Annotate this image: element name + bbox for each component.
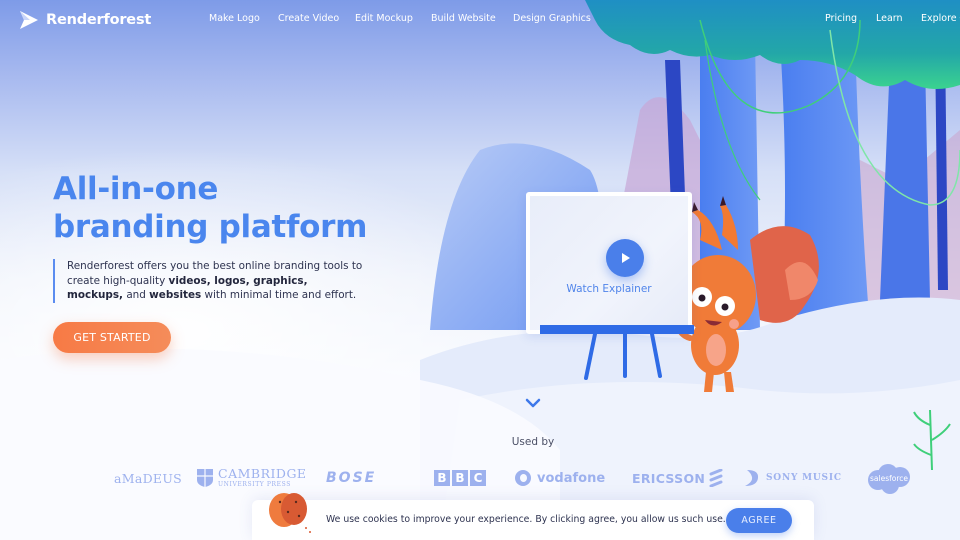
- play-icon: [622, 253, 630, 263]
- vodafone-text: vodafone: [537, 470, 606, 486]
- cookie-banner: We use cookies to improve your experienc…: [252, 493, 814, 540]
- agree-button[interactable]: AGREE: [726, 508, 792, 533]
- cambridge-text: CAMBRIDGE: [218, 466, 307, 482]
- bbc-letter: C: [470, 470, 486, 486]
- cambridge-shield-icon: [197, 469, 213, 487]
- ericsson-logo: ERICSSON: [632, 460, 723, 496]
- sony-music-logo: SONY MUSIC: [743, 460, 842, 496]
- nav-build-website[interactable]: Build Website: [431, 13, 496, 24]
- renderforest-logo[interactable]: Renderforest: [18, 9, 151, 31]
- amadeus-logo: aMaDEUS: [114, 470, 183, 486]
- nav-explore-label: Explore: [921, 13, 957, 24]
- bbc-logo: BBC: [434, 460, 488, 496]
- desc-text: and: [123, 289, 150, 301]
- brand-name: Renderforest: [46, 12, 152, 28]
- bbc-letter: B: [452, 470, 468, 486]
- nav-explore[interactable]: Explore▾: [921, 13, 960, 24]
- get-started-button[interactable]: GET STARTED: [53, 322, 171, 353]
- nav-make-logo[interactable]: Make Logo: [209, 13, 260, 24]
- nav-pricing[interactable]: Pricing: [825, 13, 857, 24]
- watch-explainer-label: Watch Explainer: [566, 283, 652, 295]
- easel-rail: [540, 325, 694, 334]
- nav-design-graphics[interactable]: Design Graphics: [513, 13, 591, 24]
- desc-text: with minimal time and effort.: [201, 289, 357, 301]
- hero-description: Renderforest offers you the best online …: [53, 259, 363, 303]
- nav-create-video[interactable]: Create Video: [278, 13, 339, 24]
- play-button[interactable]: [606, 239, 644, 277]
- vodafone-logo: vodafone: [515, 460, 605, 496]
- chevron-down-icon[interactable]: [523, 396, 543, 410]
- client-logos: aMaDEUS CAMBRIDGE UNIVERSITY PRESS BOSE …: [0, 460, 960, 496]
- used-by-label: Used by: [511, 436, 555, 448]
- sony-music-mark-icon: [745, 470, 759, 486]
- ericsson-mark-icon: [709, 469, 723, 487]
- sony-music-text: SONY MUSIC: [766, 473, 842, 483]
- hero-title: All-in-one branding platform: [53, 170, 367, 246]
- hero-title-line1: All-in-one: [53, 171, 219, 207]
- vodafone-speechmark-icon: [515, 470, 531, 486]
- tree-trunk: [880, 60, 930, 300]
- hero-title-line2: branding platform: [53, 209, 368, 245]
- watch-explainer-board[interactable]: Watch Explainer: [526, 192, 692, 334]
- bose-logo: BOSE: [326, 470, 377, 486]
- salesforce-text: salesforce: [870, 474, 908, 483]
- top-navigation: Renderforest Make Logo Create Video Edit…: [0, 0, 960, 40]
- salesforce-logo: salesforce: [866, 461, 912, 497]
- nav-edit-mockup[interactable]: Edit Mockup: [355, 13, 413, 24]
- desc-bold-websites: websites: [149, 289, 202, 301]
- ericsson-text: ERICSSON: [632, 470, 706, 486]
- cookie-icon: [269, 493, 311, 533]
- nav-learn[interactable]: Learn: [876, 13, 903, 24]
- cambridge-subtext: UNIVERSITY PRESS: [218, 480, 291, 488]
- video-thumbnail: Watch Explainer: [530, 196, 688, 330]
- play-logo-icon: [20, 11, 38, 29]
- bbc-letter: B: [434, 470, 450, 486]
- cookie-message: We use cookies to improve your experienc…: [326, 514, 726, 525]
